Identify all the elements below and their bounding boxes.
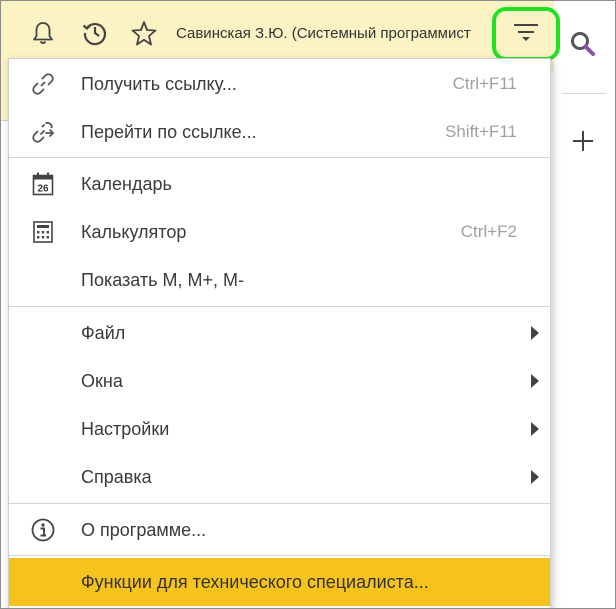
menu-item-label: Функции для технического специалиста... bbox=[81, 571, 429, 592]
menu-item-label: О программе... bbox=[81, 519, 207, 540]
link-icon bbox=[31, 72, 55, 96]
menu-item-label: Файл bbox=[81, 322, 126, 343]
menu-item-tech-specialist-functions[interactable]: Функции для технического специалиста... bbox=[9, 558, 550, 606]
right-side-pane bbox=[554, 0, 616, 609]
menu-separator bbox=[9, 157, 550, 158]
link-go-icon bbox=[31, 120, 55, 144]
menu-separator bbox=[9, 503, 550, 504]
submenu-arrow-icon bbox=[531, 326, 539, 340]
submenu-arrow-icon bbox=[531, 374, 539, 388]
main-menu-button[interactable] bbox=[492, 7, 560, 61]
bell-icon bbox=[32, 21, 54, 50]
add-button[interactable] bbox=[568, 128, 598, 158]
menu-item-label: Настройки bbox=[81, 418, 170, 439]
right-pane-divider bbox=[562, 93, 606, 94]
favorites-button[interactable] bbox=[129, 20, 159, 50]
menu-item-follow-link[interactable]: Перейти по ссылке... Shift+F11 bbox=[9, 108, 550, 156]
menu-item-windows[interactable]: Окна bbox=[9, 357, 550, 405]
current-user-title[interactable]: Савинская З.Ю. (Системный программист bbox=[176, 25, 494, 42]
menu-item-get-link[interactable]: Получить ссылку... Ctrl+F11 bbox=[9, 60, 550, 108]
notifications-button[interactable] bbox=[28, 20, 58, 50]
submenu-arrow-icon bbox=[531, 422, 539, 436]
search-button[interactable] bbox=[566, 30, 600, 62]
menu-item-shortcut: Shift+F11 bbox=[445, 122, 517, 141]
history-icon bbox=[82, 20, 108, 51]
menu-item-shortcut: Ctrl+F2 bbox=[460, 222, 517, 241]
menu-separator bbox=[9, 306, 550, 307]
menu-icon bbox=[513, 21, 539, 48]
menu-item-settings[interactable]: Настройки bbox=[9, 405, 550, 453]
menu-item-shortcut: Ctrl+F11 bbox=[452, 74, 517, 93]
menu-item-label: Окна bbox=[81, 370, 123, 391]
menu-item-calculator[interactable]: Калькулятор Ctrl+F2 bbox=[9, 208, 550, 256]
menu-item-label: Показать М, М+, М- bbox=[81, 269, 245, 290]
menu-item-label: Получить ссылку... bbox=[81, 73, 237, 94]
plus-icon bbox=[572, 130, 594, 157]
menu-item-about[interactable]: О программе... bbox=[9, 506, 550, 554]
search-icon bbox=[569, 30, 597, 63]
menu-item-help[interactable]: Справка bbox=[9, 453, 550, 501]
calculator-icon bbox=[31, 220, 55, 244]
menu-item-label: Календарь bbox=[81, 173, 172, 194]
calendar-icon-day: 26 bbox=[37, 184, 49, 195]
history-button[interactable] bbox=[80, 20, 110, 50]
menu-item-label: Справка bbox=[81, 466, 152, 487]
main-dropdown-menu: Получить ссылку... Ctrl+F11 Перейти по с… bbox=[8, 58, 551, 609]
info-icon bbox=[31, 518, 55, 542]
menu-separator bbox=[9, 555, 550, 556]
star-icon bbox=[131, 20, 157, 51]
menu-item-show-memory[interactable]: Показать М, М+, М- bbox=[9, 256, 550, 304]
menu-item-file[interactable]: Файл bbox=[9, 309, 550, 357]
menu-item-label: Калькулятор bbox=[81, 221, 187, 242]
calendar-icon: 26 bbox=[31, 172, 55, 196]
menu-item-calendar[interactable]: 26 Календарь bbox=[9, 160, 550, 208]
submenu-arrow-icon bbox=[531, 470, 539, 484]
menu-item-label: Перейти по ссылке... bbox=[81, 121, 257, 142]
